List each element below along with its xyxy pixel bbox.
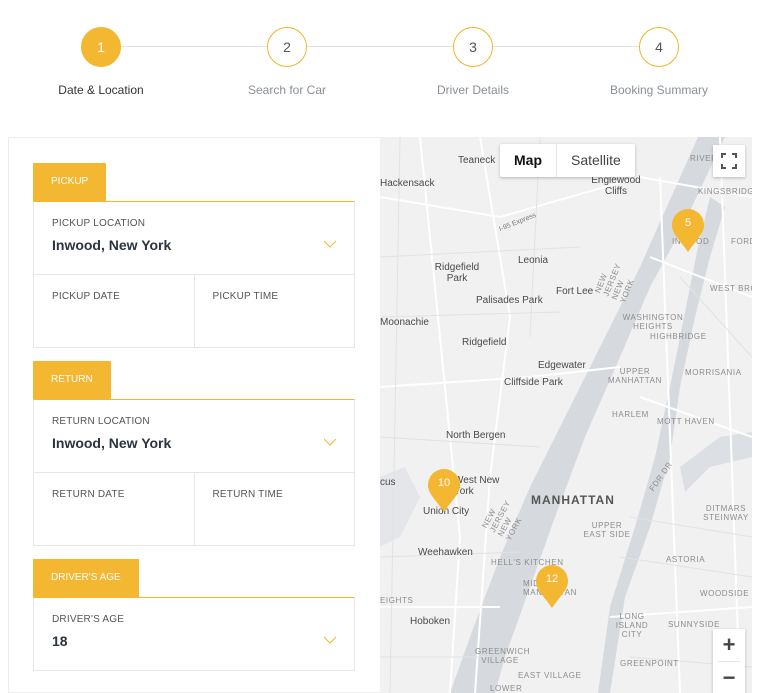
fullscreen-button[interactable] (713, 145, 745, 177)
driver-age-label: DRIVER'S AGE (52, 614, 125, 625)
return-location-value: Inwood, New York (52, 435, 172, 451)
pickup-box: PICKUP LOCATION Inwood, New York PICKUP … (33, 201, 355, 348)
marker-count: 5 (684, 217, 692, 229)
map-label-teaneck: Teaneck (458, 155, 496, 166)
map-label-lower: LOWER (490, 684, 523, 693)
map-marker[interactable]: 5 (670, 208, 706, 254)
driver-age-box: DRIVER'S AGE 18 (33, 597, 355, 671)
pickup-time-field[interactable]: PICKUP TIME (193, 275, 355, 347)
marker-count: 10 (437, 477, 451, 489)
map-label-woodside: WOODSIDE (700, 589, 750, 598)
map-label-west-bronx: WEST BRONX (710, 284, 752, 293)
driver-age-select[interactable]: DRIVER'S AGE 18 (34, 598, 354, 670)
step-date-location[interactable]: 1 Date & Location (31, 27, 171, 97)
map-label-fordham: FORDHAM (731, 237, 752, 246)
step-booking-summary[interactable]: 4 Booking Summary (589, 27, 729, 97)
booking-stepper: 1 Date & Location 2 Search for Car 3 Dri… (0, 0, 759, 130)
map-label-morrisania: MORRISANIA (685, 368, 742, 377)
map-label-hackensack: Hackensack (380, 178, 435, 189)
return-time-field[interactable]: RETURN TIME (193, 473, 355, 545)
map-view[interactable]: Teaneck Hackensack Englewood Cliffs I-95… (380, 137, 752, 693)
map-label-greenwich: GREENWICH VILLAGE (475, 647, 531, 665)
return-section: RETURN RETURN LOCATION Inwood, New York … (33, 361, 355, 546)
return-location-label: RETURN LOCATION (52, 416, 150, 427)
map-type-toggle: Map Satellite (500, 144, 635, 177)
map-label-weehawken: Weehawken (418, 547, 473, 558)
map-label-englewood-cliffs: Englewood Cliffs (591, 175, 641, 197)
map-label-astoria: ASTORIA (666, 555, 706, 564)
map-label-fort-lee: Fort Lee (556, 286, 594, 297)
marker-count: 12 (545, 573, 559, 585)
return-tab: RETURN (33, 361, 111, 399)
map-marker[interactable]: 10 (426, 468, 462, 514)
pickup-section: PICKUP PICKUP LOCATION Inwood, New York … (33, 163, 355, 348)
map-type-satellite-button[interactable]: Satellite (557, 144, 635, 177)
step-number: 1 (81, 27, 121, 67)
chevron-down-icon (324, 240, 336, 248)
marker-pin-icon (428, 469, 460, 512)
map-label-harlem: HARLEM (612, 410, 649, 419)
step-search-car[interactable]: 2 Search for Car (217, 27, 357, 97)
step-label: Search for Car (247, 83, 327, 97)
map-label-ridgefield: Ridgefield (462, 337, 507, 348)
step-number: 3 (453, 27, 493, 67)
map-label-east-village: EAST VILLAGE (518, 671, 582, 680)
zoom-in-button[interactable]: + (713, 629, 745, 661)
map-label-long-island-city: LONG ISLAND CITY (615, 612, 649, 639)
map-label-edgewater: Edgewater (538, 360, 586, 371)
booking-form: PICKUP PICKUP LOCATION Inwood, New York … (8, 137, 380, 693)
map-label-mott-haven: MOTT HAVEN (657, 417, 715, 426)
map-label-leonia: Leonia (518, 255, 549, 266)
map-label-greenpoint: GREENPOINT (620, 659, 679, 668)
map-label-cliffside-park: Cliffside Park (504, 377, 563, 388)
return-box: RETURN LOCATION Inwood, New York RETURN … (33, 399, 355, 546)
map-label-sunnyside: SUNNYSIDE (668, 620, 721, 629)
step-number: 2 (267, 27, 307, 67)
return-location-select[interactable]: RETURN LOCATION Inwood, New York (34, 400, 354, 472)
step-driver-details[interactable]: 3 Driver Details (403, 27, 543, 97)
chevron-down-icon (324, 636, 336, 644)
return-time-label: RETURN TIME (212, 489, 283, 500)
pickup-date-label: PICKUP DATE (52, 291, 120, 302)
step-label: Driver Details (436, 83, 509, 97)
pickup-location-value: Inwood, New York (52, 237, 172, 253)
marker-pin-icon (536, 565, 568, 608)
pickup-tab: PICKUP (33, 163, 107, 201)
map-marker[interactable]: 12 (534, 564, 570, 610)
map-label-upper-east-side: UPPER EAST SIDE (583, 521, 631, 539)
pickup-time-label: PICKUP TIME (212, 291, 279, 302)
step-label: Date & Location (58, 83, 144, 97)
driver-age-value: 18 (52, 633, 68, 649)
map-label-cus: cus (380, 477, 396, 488)
zoom-controls: + − (713, 629, 745, 693)
map-type-map-button[interactable]: Map (500, 144, 557, 177)
map-label-ridgefield-park: Ridgefield Park (434, 262, 480, 284)
driver-age-section: DRIVER'S AGE DRIVER'S AGE 18 (33, 559, 355, 671)
pickup-location-select[interactable]: PICKUP LOCATION Inwood, New York (34, 202, 354, 274)
map-label-heights: EIGHTS (380, 596, 414, 605)
map-label-highbridge: HIGHBRIDGE (650, 332, 707, 341)
map-label-moonachie: Moonachie (380, 317, 429, 328)
map-label-hoboken: Hoboken (410, 616, 451, 627)
map-label-kingsbridge: KINGSBRIDGE (698, 187, 752, 196)
step-label: Booking Summary (609, 83, 709, 97)
chevron-down-icon (324, 438, 336, 446)
map-label-palisades-park: Palisades Park (476, 295, 543, 306)
map-label-manhattan: MANHATTAN (531, 493, 615, 507)
map-label-washington-heights: WASHINGTON HEIGHTS (622, 313, 684, 331)
map-label-upper-manhattan: UPPER MANHATTAN (608, 367, 662, 385)
map-label-ditmars: DITMARS STEINWAY (703, 504, 749, 522)
marker-pin-icon (672, 209, 704, 252)
pickup-date-field[interactable]: PICKUP DATE (34, 275, 194, 347)
return-date-label: RETURN DATE (52, 489, 125, 500)
map-label-north-bergen: North Bergen (446, 430, 506, 441)
pickup-location-label: PICKUP LOCATION (52, 218, 146, 229)
step-number: 4 (639, 27, 679, 67)
zoom-out-button[interactable]: − (713, 662, 745, 693)
fullscreen-icon (721, 153, 737, 169)
driver-age-tab: DRIVER'S AGE (33, 559, 139, 597)
return-date-field[interactable]: RETURN DATE (34, 473, 194, 545)
